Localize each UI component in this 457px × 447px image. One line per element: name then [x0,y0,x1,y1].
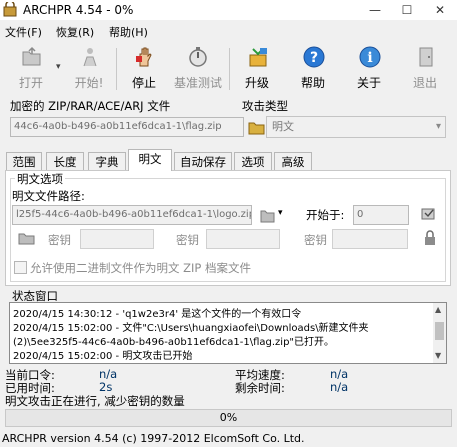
about-button[interactable]: i 关于 [346,44,392,94]
gear-icon [421,208,435,220]
encrypted-file-label: 加密的 ZIP/RAR/ACE/ARJ 文件 [10,99,171,113]
upgrade-box-icon [249,48,267,67]
start-button[interactable]: 开始! [66,44,112,94]
scroll-up-icon[interactable]: ▲ [435,305,441,314]
folder-open-icon [260,210,275,223]
current-password-value: n/a [99,367,118,381]
remaining-time-label: 剩余时间: [235,381,285,395]
scroll-thumb[interactable] [435,322,444,340]
exit-door-icon [419,47,433,67]
status-log[interactable]: 2020/4/15 14:30:12 - 'q1w2e3r4' 是这个文件的一个… [9,302,447,364]
stopwatch-icon [189,47,207,67]
browse-encrypted-file-button[interactable] [248,117,266,137]
folder-open-icon [248,122,265,135]
attack-type-select[interactable]: 明文 ▾ [266,116,446,138]
help-label: 帮助 [300,76,325,90]
stop-label: 停止 [131,76,156,90]
tab-length[interactable]: 长度 [46,152,84,170]
plaintext-options-label: 明文选项 [15,171,65,187]
progress-bar: 0% [5,409,452,427]
exit-button[interactable]: 退出 [402,44,448,94]
average-speed-value: n/a [330,367,349,381]
window-title: ARCHPR 4.54 - 0% [23,3,134,17]
browse-plaintext-button[interactable]: ▾ [260,205,284,225]
status-message: 明文攻击正在进行, 减少密钥的数量 [5,394,185,408]
menu-help[interactable]: 帮助(H) [109,24,148,40]
start-at-field[interactable]: 0 [353,205,409,225]
status-scrollbar[interactable]: ▲ ▼ [433,303,446,363]
stop-button[interactable]: 停止 [121,44,167,94]
exit-label: 退出 [412,76,437,90]
key-lock-button[interactable] [422,229,438,247]
plaintext-path-field[interactable]: l25f5-44c6-4a0b-b496-a0b11ef6dca1-1\logo… [12,205,252,225]
upgrade-label: 升级 [244,76,269,90]
chevron-down-icon: ▾ [278,208,283,218]
encrypted-file-path-field[interactable]: 44c6-4a0b-b496-a0b11ef6dca1-1\flag.zip [10,117,244,137]
status-bar-text: ARCHPR version 4.54 (c) 1997-2012 ElcomS… [2,432,305,445]
svg-text:?: ? [310,50,318,66]
tab-plaintext[interactable]: 明文 [128,149,172,171]
elapsed-time-value: 2s [99,380,113,394]
start-label: 开始! [74,76,104,90]
toolbar-separator [116,48,117,90]
key-import-button[interactable] [18,231,36,245]
open-dropdown-arrow-icon[interactable]: ▾ [56,62,61,72]
binary-plaintext-label: 允许使用二进制文件作为明文 ZIP 档案文件 [30,261,252,275]
folder-open-icon [22,46,41,66]
log-line: (2)\5ee325f5-44c6-4a0b-b496-a0b11ef6dca1… [13,337,335,348]
benchmark-button[interactable]: 基准测试 [170,44,226,94]
plaintext-settings-button[interactable] [420,205,438,223]
info-icon: i [359,46,381,68]
remaining-time-value: n/a [330,380,349,394]
attack-type-value: 明文 [272,120,294,133]
key-label-1: 密钥 [48,233,71,247]
stop-hand-icon [136,47,152,67]
upgrade-button[interactable]: 升级 [234,44,280,94]
log-line: 2020/4/15 15:02:00 - 文件"C:\Users\huangxi… [13,323,369,334]
toolbar-separator [229,48,230,90]
tab-dictionary[interactable]: 字典 [88,152,126,170]
open-button[interactable]: 打开 [8,44,54,94]
log-line: 2020/4/15 15:02:00 - 明文攻击已开始 [13,351,193,362]
svg-text:i: i [367,50,372,66]
archpr-app-icon [3,2,17,17]
plaintext-path-label: 明文文件路径: [12,189,85,203]
tab-autosave[interactable]: 自动保存 [174,152,232,170]
chevron-down-icon: ▾ [435,121,441,132]
close-button[interactable]: ✕ [423,0,457,20]
tab-range[interactable]: 范围 [6,152,42,170]
log-line: 2020/4/15 14:30:12 - 'q1w2e3r4' 是这个文件的一个… [13,309,302,320]
start-at-label: 开始于: [306,208,345,222]
minimize-button[interactable]: — [358,0,392,20]
menu-recovery[interactable]: 恢复(R) [56,24,94,40]
help-button[interactable]: ? 帮助 [290,44,336,94]
key-field-3[interactable] [332,229,408,249]
lock-icon [425,230,435,245]
key-field-2[interactable] [206,229,280,249]
maximize-button[interactable]: ☐ [390,0,424,20]
binary-plaintext-checkbox[interactable] [14,261,27,274]
start-figure-icon [83,48,97,67]
key-folder-icon [18,233,35,245]
menu-file[interactable]: 文件(F) [5,24,42,40]
attack-type-label: 攻击类型 [242,99,288,113]
key-field-1[interactable] [80,229,154,249]
tab-advanced[interactable]: 高级 [274,152,312,170]
open-label: 打开 [18,76,43,90]
scroll-down-icon[interactable]: ▼ [435,351,441,360]
about-label: 关于 [356,76,381,90]
tab-options[interactable]: 选项 [234,152,272,170]
key-label-2: 密钥 [176,233,199,247]
progress-text: 0% [219,411,238,424]
help-question-icon: ? [303,46,325,68]
benchmark-label: 基准测试 [173,76,222,90]
key-label-3: 密钥 [304,233,327,247]
